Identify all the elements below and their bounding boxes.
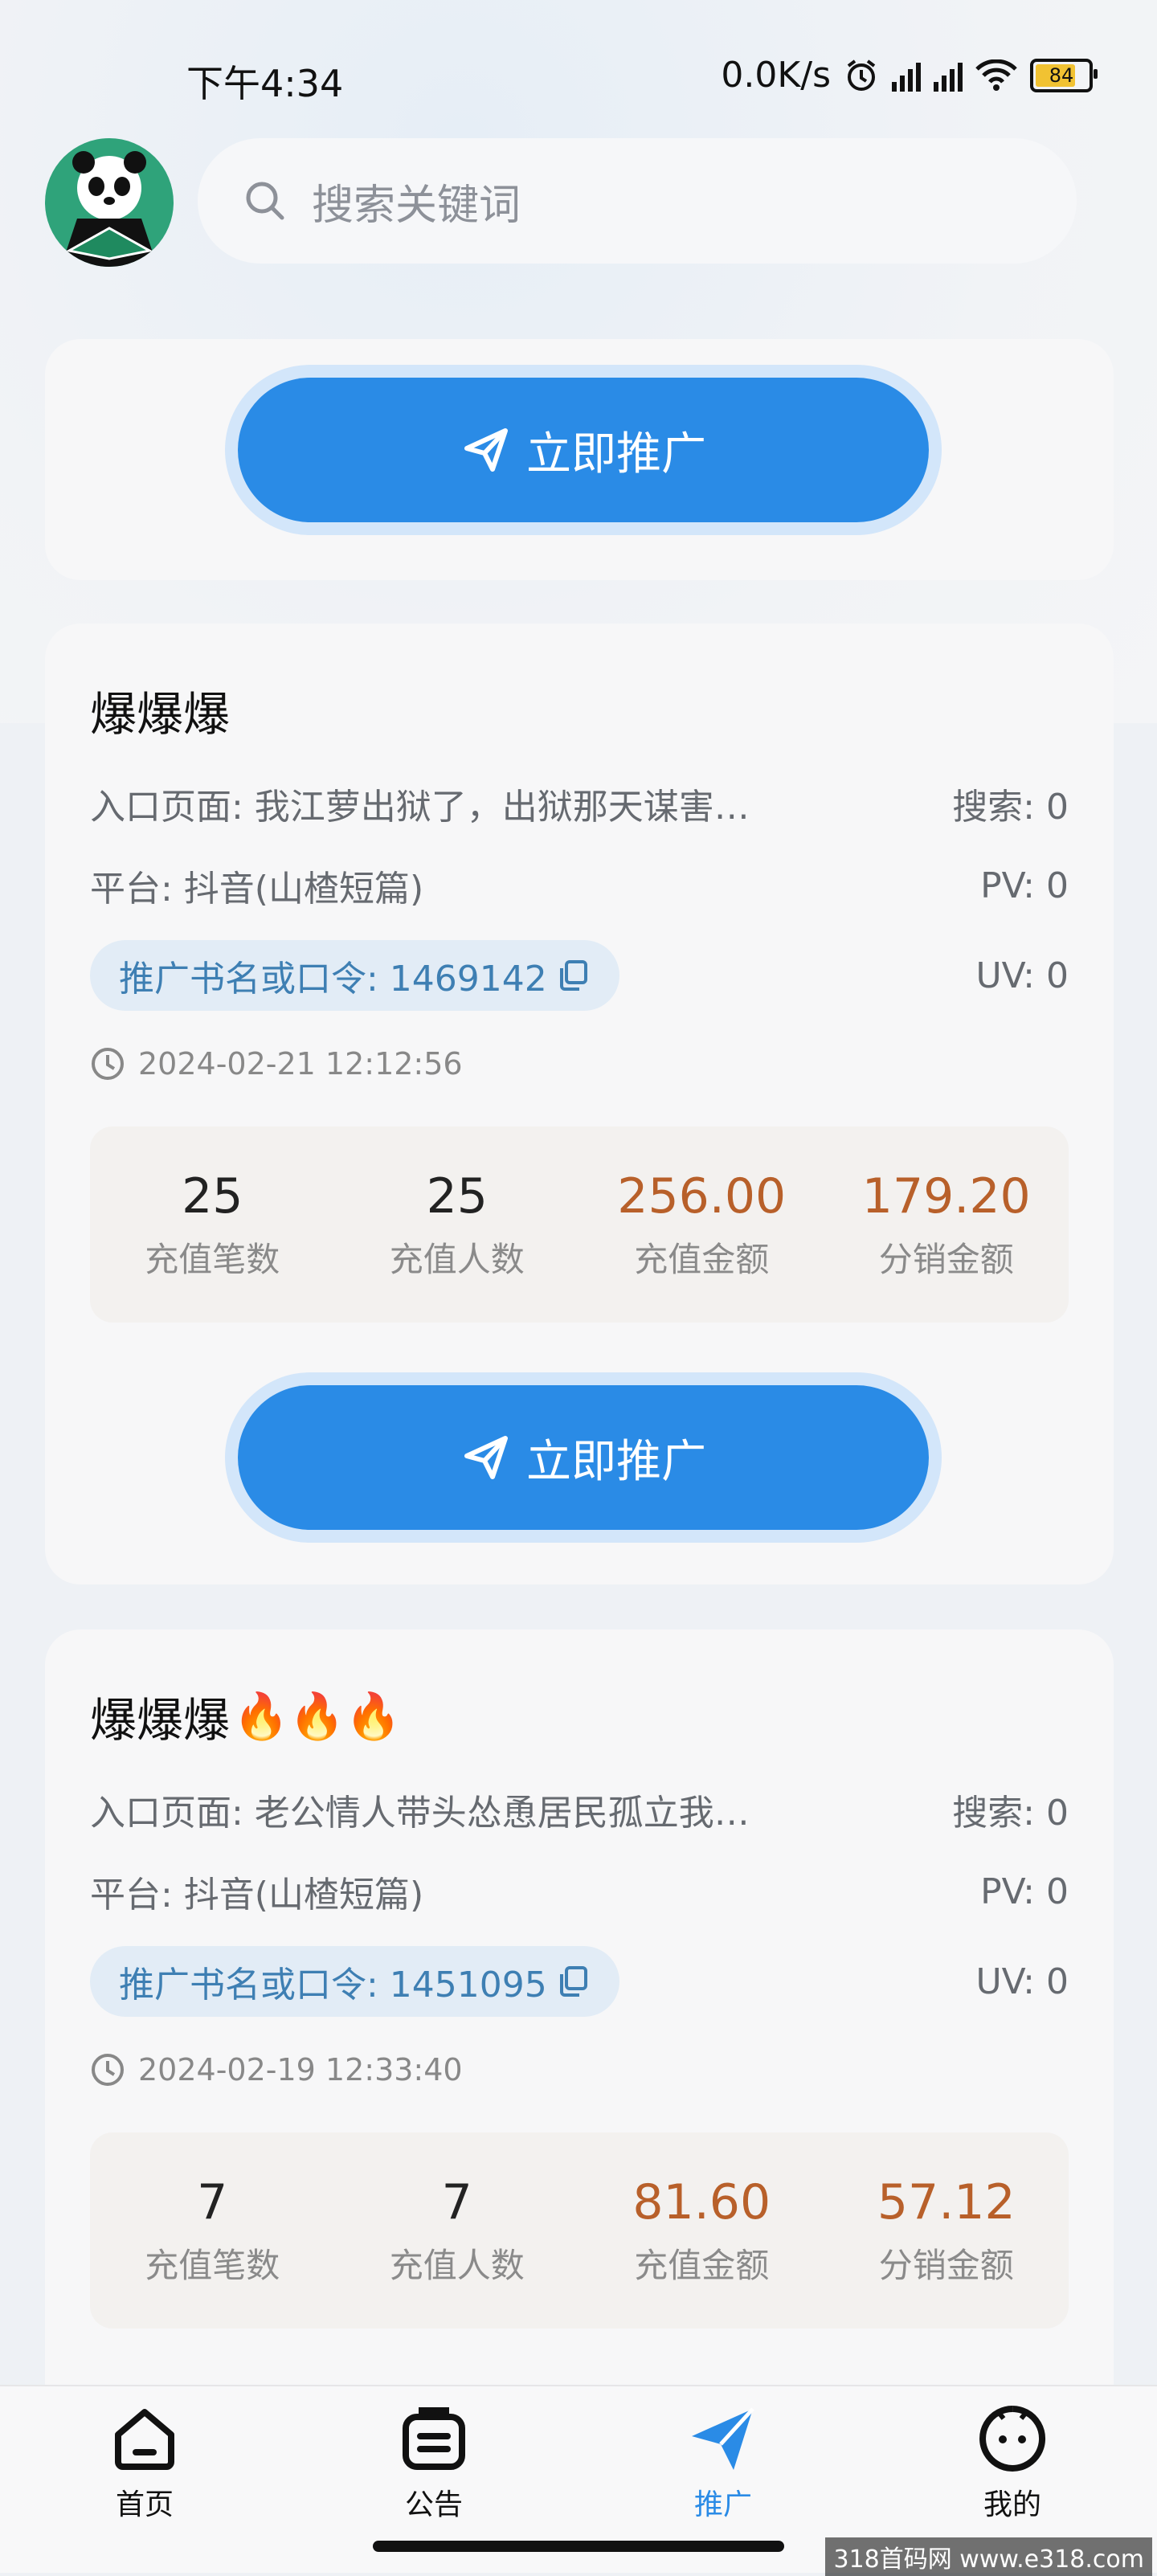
timestamp-row: 2024-02-21 12:12:56	[90, 1046, 463, 1082]
nav-label: 我的	[983, 2488, 1041, 2521]
clock-icon	[92, 1048, 124, 1080]
stat-label: 分销金额	[878, 1239, 1014, 1279]
stat-label: 充值金额	[634, 1239, 770, 1279]
code-row: 推广书名或口令: 1469142 UV: 0	[90, 940, 1069, 1011]
nav-item-home[interactable]: 首页	[48, 2402, 241, 2523]
stat-recharge-count: 7 充值笔数	[90, 2132, 335, 2329]
battery-level: 84	[1049, 63, 1074, 87]
promo-code-tag[interactable]: 推广书名或口令: 1469142	[90, 940, 619, 1011]
stat-distribution-amount: 179.20 分销金额	[824, 1126, 1069, 1323]
avatar[interactable]	[45, 138, 174, 267]
promo-code: 推广书名或口令: 1451095	[119, 1965, 547, 2006]
entry-row: 入口页面: 我江萝出狱了，出狱那天谋害… 搜索: 0	[90, 778, 1069, 829]
search-placeholder: 搜索关键词	[312, 181, 521, 230]
status-time: 下午4:34	[186, 62, 344, 105]
search-count: 搜索: 0	[952, 787, 1069, 828]
stat-label: 充值笔数	[145, 1239, 280, 1279]
stat-recharge-amount: 256.00 充值金额	[579, 1126, 824, 1323]
search-count: 搜索: 0	[952, 1793, 1069, 1834]
clock-icon	[92, 2054, 124, 2086]
watermark: 318首码网 www.e318.com	[825, 2537, 1152, 2576]
uv-count: UV: 0	[975, 1961, 1069, 2002]
promo-code: 推广书名或口令: 1469142	[119, 959, 547, 1000]
nav-item-promote[interactable]: 推广	[627, 2402, 820, 2523]
promote-button-label: 立即推广	[526, 427, 706, 480]
stat-value: 81.60	[632, 2173, 771, 2230]
signal-icon	[934, 59, 963, 92]
copy-icon[interactable]	[557, 1965, 591, 1998]
stat-distribution-amount: 57.12 分销金额	[824, 2132, 1069, 2329]
timestamp-row: 2024-02-19 12:33:40	[90, 2052, 463, 2087]
entry-page: 入口页面: 老公情人带头怂恿居民孤立我…	[90, 1793, 750, 1834]
send-icon	[692, 2407, 754, 2470]
stat-value: 7	[197, 2173, 228, 2230]
send-icon	[464, 428, 508, 472]
profile-icon	[979, 2406, 1045, 2472]
search-bar[interactable]: 搜索关键词	[198, 138, 1077, 264]
send-icon	[464, 1436, 508, 1479]
promo-code-tag[interactable]: 推广书名或口令: 1451095	[90, 1946, 619, 2017]
platform: 平台: 抖音(山楂短篇)	[90, 1875, 424, 1916]
stat-label: 分销金额	[878, 2245, 1014, 2285]
nav-label: 公告	[404, 2488, 463, 2521]
nav-label: 首页	[115, 2488, 174, 2521]
nav-item-profile[interactable]: 我的	[916, 2402, 1109, 2523]
search-icon	[246, 182, 284, 220]
timestamp: 2024-02-19 12:33:40	[138, 2052, 463, 2087]
platform-row: 平台: 抖音(山楂短篇) PV: 0	[90, 1866, 1069, 1917]
notice-icon	[403, 2407, 465, 2470]
alarm-icon	[847, 59, 876, 91]
home-indicator[interactable]	[373, 2541, 784, 2552]
net-speed: 0.0K/s	[721, 55, 831, 96]
stats-panel: 25 充值笔数 25 充值人数 256.00 充值金额 179.20 分销金额	[90, 1126, 1069, 1323]
fire-emoji: 🔥🔥🔥	[233, 1691, 402, 1743]
stat-value: 179.20	[861, 1167, 1031, 1225]
card-title: 爆爆爆 🔥🔥🔥	[90, 1683, 401, 1750]
stat-label: 充值笔数	[145, 2245, 280, 2285]
uv-count: UV: 0	[975, 955, 1069, 996]
card-title-text: 爆爆爆	[90, 1693, 231, 1748]
stat-value: 25	[426, 1167, 488, 1225]
home-icon	[115, 2409, 174, 2470]
platform-row: 平台: 抖音(山楂短篇) PV: 0	[90, 860, 1069, 911]
promotion-card: 爆爆爆 入口页面: 我江萝出狱了，出狱那天谋害… 搜索: 0 平台: 抖音(山楂…	[45, 624, 1114, 1584]
stat-label: 充值人数	[389, 1239, 525, 1279]
timestamp: 2024-02-21 12:12:56	[138, 1046, 463, 1082]
entry-row: 入口页面: 老公情人带头怂恿居民孤立我… 搜索: 0	[90, 1784, 1069, 1835]
stat-value: 7	[441, 2173, 472, 2230]
promotion-card: 爆爆爆 🔥🔥🔥 入口页面: 老公情人带头怂恿居民孤立我… 搜索: 0 平台: 抖…	[45, 1629, 1114, 2433]
nav-label: 推广	[693, 2488, 752, 2521]
stat-label: 充值人数	[389, 2245, 525, 2285]
promote-button-label: 立即推广	[526, 1435, 706, 1488]
pv-count: PV: 0	[980, 1871, 1069, 1912]
code-row: 推广书名或口令: 1451095 UV: 0	[90, 1946, 1069, 2017]
card-title: 爆爆爆	[90, 687, 231, 742]
nav-item-notice[interactable]: 公告	[337, 2402, 530, 2523]
stat-value: 25	[182, 1167, 243, 1225]
stats-panel: 7 充值笔数 7 充值人数 81.60 充值金额 57.12 分销金额	[90, 2132, 1069, 2329]
stat-value: 256.00	[617, 1167, 787, 1225]
stat-value: 57.12	[877, 2173, 1016, 2230]
signal-icon	[892, 59, 921, 92]
stat-recharge-count: 25 充值笔数	[90, 1126, 335, 1323]
promote-button[interactable]: 立即推广	[238, 378, 929, 522]
platform: 平台: 抖音(山楂短篇)	[90, 869, 424, 910]
wifi-icon	[975, 59, 1017, 91]
battery-icon: 84	[1030, 58, 1098, 92]
copy-icon[interactable]	[557, 959, 591, 992]
panda-logo-icon	[61, 151, 157, 267]
status-bar: 下午4:34 0.0K/s 84	[0, 0, 1157, 137]
promote-button[interactable]: 立即推广	[238, 1385, 929, 1530]
stat-recharge-users: 7 充值人数	[335, 2132, 580, 2329]
stat-recharge-amount: 81.60 充值金额	[579, 2132, 824, 2329]
promotion-card: 立即推广	[45, 339, 1114, 580]
pv-count: PV: 0	[980, 865, 1069, 906]
stat-label: 充值金额	[634, 2245, 770, 2285]
stat-recharge-users: 25 充值人数	[335, 1126, 580, 1323]
entry-page: 入口页面: 我江萝出狱了，出狱那天谋害…	[90, 787, 750, 828]
